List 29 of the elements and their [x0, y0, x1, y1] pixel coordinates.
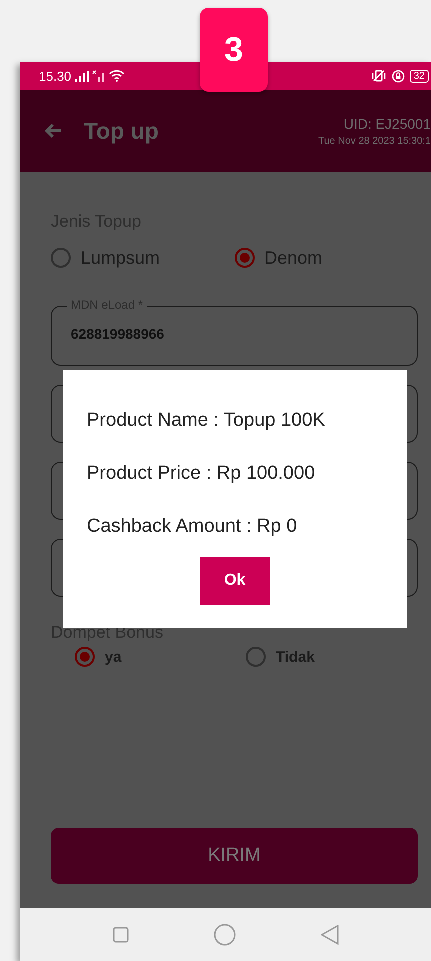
step-badge: 3 — [200, 8, 268, 92]
radio-label: Tidak — [276, 648, 315, 666]
radio-label: Lumpsum — [81, 248, 160, 268]
dialog-text: Product Price : Rp 100.000 — [87, 463, 316, 485]
battery-level: 32 — [410, 70, 429, 82]
ok-button[interactable]: Ok — [200, 557, 270, 605]
radio-label: Denom — [264, 248, 323, 268]
dialog-text: Cashback Amount : Rp 0 — [87, 516, 298, 538]
user-id: UID: EJ25001 — [344, 116, 431, 132]
square-icon[interactable] — [112, 926, 128, 942]
wifi-icon — [108, 70, 125, 82]
status-time: 15.30 — [39, 68, 72, 84]
page-title: Top up — [84, 118, 160, 144]
circle-icon[interactable] — [214, 924, 236, 946]
radio-button[interactable] — [75, 647, 95, 667]
lock-icon — [392, 70, 405, 82]
dialog-text: Product Name : Topup 100K — [87, 410, 326, 432]
radio-button[interactable] — [234, 248, 254, 268]
radio-button[interactable] — [246, 647, 266, 667]
radio-label: ya — [105, 648, 122, 666]
submit-button[interactable]: KIRIM — [51, 828, 418, 884]
date-time: Tue Nov 28 2023 15:30:1 — [318, 136, 431, 146]
back-arrow-icon[interactable] — [44, 123, 62, 139]
radio-button[interactable] — [51, 248, 71, 268]
signal-icon — [92, 70, 106, 82]
back-triangle-icon[interactable] — [320, 924, 338, 944]
vibrate-icon — [370, 70, 387, 82]
field-value: 628819988966 — [71, 326, 164, 342]
signal-icon — [74, 70, 89, 82]
